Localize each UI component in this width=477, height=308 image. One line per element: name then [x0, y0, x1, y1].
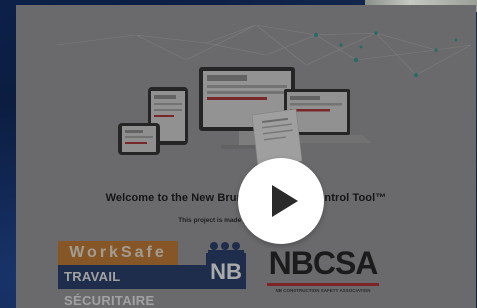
worksafe-nb-logo: WorkSafe TRAVAIL SÉCURITAIRE NB [58, 241, 250, 308]
worksafe-logo-top: WorkSafe [58, 241, 178, 265]
nbcsa-logo-subtitle: NB CONSTRUCTION SAFETY ASSOCIATION [275, 288, 371, 293]
nbcsa-logo: NBCSA NB CONSTRUCTION SAFETY ASSOCIATION [263, 243, 383, 299]
nbcsa-logo-name: NBCSA [268, 245, 379, 281]
nbcsa-logo-bar [267, 283, 379, 286]
play-button[interactable] [238, 158, 324, 244]
worksafe-logo-badge: NB [206, 253, 246, 289]
phone-image [118, 123, 160, 155]
video-player[interactable]: Welcome to the New Brunswick Silica Cont… [16, 5, 476, 308]
worksafe-logo-bottom: TRAVAIL SÉCURITAIRE [58, 265, 206, 308]
play-icon [272, 185, 298, 217]
